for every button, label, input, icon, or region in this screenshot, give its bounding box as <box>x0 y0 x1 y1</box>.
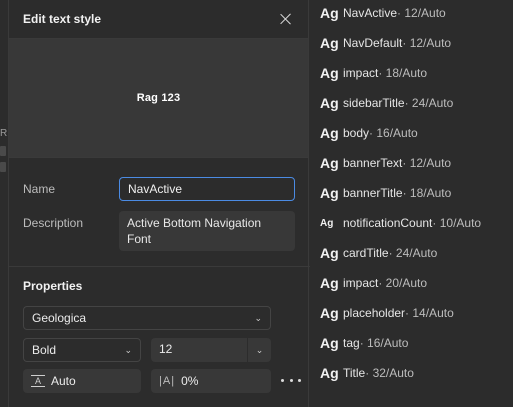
text-style-item[interactable]: Ag bannerTitle · 18/Auto <box>320 183 451 203</box>
text-style-glyph-icon: Ag <box>320 35 339 51</box>
text-style-glyph-icon: Ag <box>320 185 339 201</box>
text-style-item[interactable]: Ag NavDefault · 12/Auto <box>320 33 451 53</box>
text-style-meta: · 12/Auto <box>402 36 452 50</box>
chevron-down-icon: ⌄ <box>254 312 262 323</box>
letter-spacing-input[interactable]: |A| 0% <box>151 369 271 393</box>
text-style-glyph-icon: Ag <box>320 245 339 261</box>
close-icon[interactable] <box>278 11 294 27</box>
font-size-input[interactable]: 12 <box>151 338 247 362</box>
font-weight-select[interactable]: Bold ⌄ <box>23 338 141 362</box>
text-style-item[interactable]: Ag notificationCount · 10/Auto <box>320 213 481 233</box>
text-style-name: bannerTitle <box>343 186 403 200</box>
properties-title: Properties <box>23 279 83 293</box>
chevron-down-icon: ⌄ <box>255 344 264 355</box>
text-style-glyph-icon: Ag <box>320 305 339 321</box>
dialog-header: Edit text style <box>9 0 308 38</box>
canvas-edge-fragment <box>0 162 6 172</box>
text-style-name: bannerText <box>343 156 403 170</box>
letter-spacing-icon: |A| <box>159 375 176 387</box>
chevron-down-icon: ⌄ <box>124 344 132 355</box>
text-style-name: body <box>343 126 370 140</box>
text-style-meta: · 24/Auto <box>388 246 438 260</box>
text-style-glyph-icon: Ag <box>320 125 339 141</box>
text-style-name: cardTitle <box>343 246 389 260</box>
canvas-edge-text: R <box>0 128 8 139</box>
line-height-icon: A <box>31 375 45 387</box>
text-style-meta: · 18/Auto <box>402 186 452 200</box>
text-style-glyph-icon: Ag <box>320 65 339 81</box>
text-style-meta: · 20/Auto <box>378 276 428 290</box>
canvas-edge-fragment <box>0 146 6 156</box>
font-family-value: Geologica <box>32 311 87 325</box>
text-style-meta: · 16/Auto <box>359 336 409 350</box>
preview-text: Rag 123 <box>136 92 181 104</box>
text-style-meta: · 12/Auto <box>397 6 446 20</box>
text-style-glyph-icon: Ag <box>320 335 339 351</box>
font-weight-value: Bold <box>32 343 57 357</box>
text-style-glyph-icon: Ag <box>320 365 339 381</box>
text-style-item[interactable]: Ag Title · 32/Auto <box>320 363 414 383</box>
text-style-name: NavDefault <box>343 36 403 50</box>
text-style-item[interactable]: Ag body · 16/Auto <box>320 123 418 143</box>
text-style-glyph-icon: Ag <box>320 5 339 21</box>
text-style-meta: · 24/Auto <box>404 96 454 110</box>
text-style-item[interactable]: Ag cardTitle · 24/Auto <box>320 243 437 263</box>
text-style-item[interactable]: Ag sidebarTitle · 24/Auto <box>320 93 453 113</box>
text-style-meta: · 32/Auto <box>365 366 414 380</box>
text-style-item[interactable]: Ag NavActive · 12/Auto <box>320 3 446 23</box>
line-height-value: Auto <box>51 374 76 388</box>
text-style-meta: · 12/Auto <box>402 156 452 170</box>
text-style-glyph-icon: Ag <box>320 217 334 229</box>
text-style-name: sidebarTitle <box>343 96 405 110</box>
text-style-item[interactable]: Ag placeholder · 14/Auto <box>320 303 454 323</box>
dialog-title: Edit text style <box>23 12 102 26</box>
text-style-glyph-icon: Ag <box>320 275 339 291</box>
name-input[interactable]: NavActive <box>119 177 295 201</box>
text-style-name: NavActive <box>343 6 398 20</box>
app-root: R Edit text style Rag 123 Name NavActive… <box>0 0 513 407</box>
text-style-meta: · 16/Auto <box>369 126 418 140</box>
text-style-item[interactable]: Ag impact · 18/Auto <box>320 63 427 83</box>
edit-text-style-dialog: Edit text style Rag 123 Name NavActive D… <box>8 0 310 407</box>
text-style-name: impact <box>343 276 379 290</box>
font-family-select[interactable]: Geologica ⌄ <box>23 306 271 330</box>
text-style-item[interactable]: Ag impact · 20/Auto <box>320 273 427 293</box>
description-row: Description Active Bottom Navigation Fon… <box>23 211 295 251</box>
section-divider <box>9 266 310 267</box>
description-label: Description <box>23 216 84 230</box>
name-label: Name <box>23 182 56 196</box>
text-style-item[interactable]: Ag tag · 16/Auto <box>320 333 408 353</box>
font-size-field: 12 ⌄ <box>151 338 271 362</box>
text-style-item[interactable]: Ag bannerText · 12/Auto <box>320 153 451 173</box>
text-style-name: Title <box>343 366 366 380</box>
text-style-name: impact <box>343 66 379 80</box>
name-row: Name NavActive <box>23 177 295 201</box>
text-style-glyph-icon: Ag <box>320 95 339 111</box>
font-size-dropdown[interactable]: ⌄ <box>247 338 271 362</box>
text-style-meta: · 14/Auto <box>405 306 454 320</box>
text-style-name: tag <box>343 336 360 350</box>
text-style-meta: · 10/Auto <box>432 216 482 230</box>
text-style-meta: · 18/Auto <box>378 66 428 80</box>
line-height-input[interactable]: A Auto <box>23 369 141 393</box>
text-style-preview: Rag 123 <box>9 38 308 158</box>
text-style-glyph-icon: Ag <box>320 155 339 171</box>
description-input[interactable]: Active Bottom Navigation Font <box>119 211 295 251</box>
more-options-icon[interactable] <box>281 372 301 388</box>
text-style-name: notificationCount <box>343 216 433 230</box>
text-style-name: placeholder <box>343 306 406 320</box>
letter-spacing-value: 0% <box>181 374 199 388</box>
